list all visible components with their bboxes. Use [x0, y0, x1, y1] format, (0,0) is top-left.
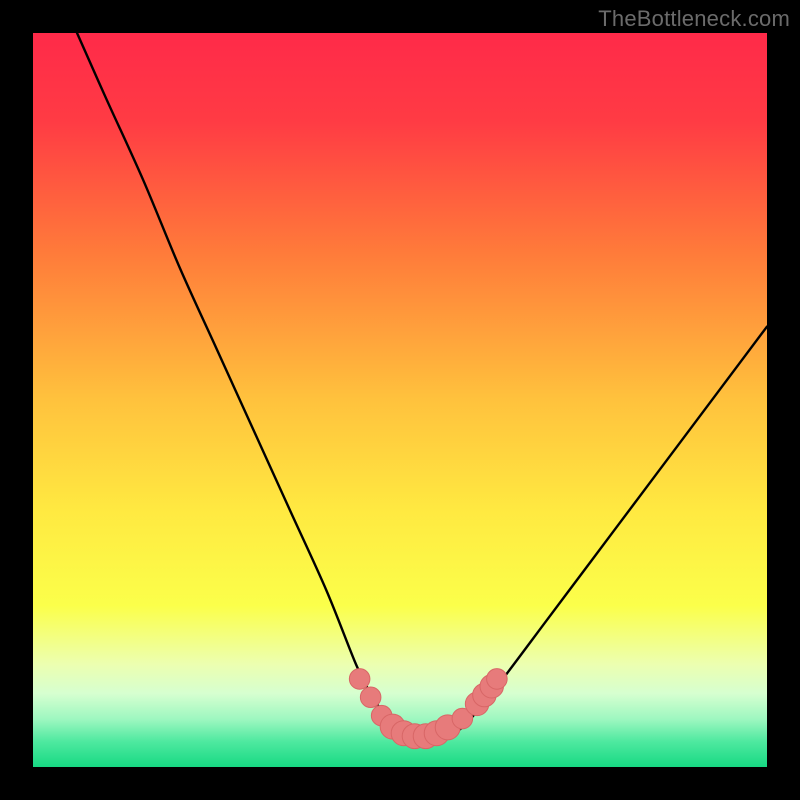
bottleneck-curve	[33, 33, 767, 767]
curve-marker	[349, 669, 370, 690]
watermark-text: TheBottleneck.com	[598, 6, 790, 32]
curve-marker	[487, 669, 508, 690]
chart-frame: TheBottleneck.com	[0, 0, 800, 800]
curve-marker	[360, 687, 381, 708]
plot-area	[33, 33, 767, 767]
